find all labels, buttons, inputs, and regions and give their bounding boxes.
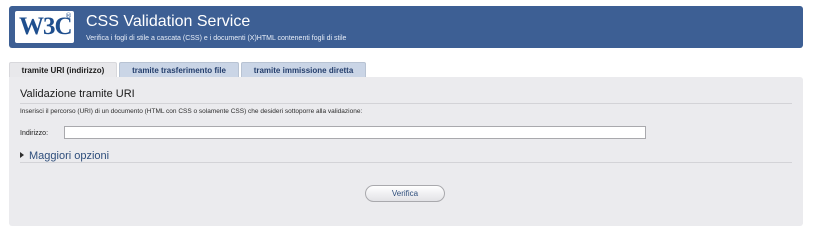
tab-by-uri[interactable]: tramite URI (indirizzo) — [9, 62, 117, 78]
address-input[interactable] — [64, 126, 646, 139]
tab-by-direct-input[interactable]: tramite immissione diretta — [241, 62, 366, 77]
divider — [20, 103, 792, 104]
registered-mark: ® — [65, 12, 72, 20]
logo-text: W3C — [19, 13, 73, 40]
expand-triangle-icon — [20, 152, 24, 158]
w3c-logo[interactable]: W3C ® — [15, 11, 74, 43]
instructions-text: Inserisci il percorso (URI) di un docume… — [20, 108, 363, 115]
tab-by-file-upload[interactable]: tramite trasferimento file — [119, 62, 239, 77]
more-options-toggle[interactable]: Maggiori opzioni — [20, 150, 109, 162]
app-subtitle: Verifica i fogli di stile a cascata (CSS… — [86, 35, 347, 42]
more-options-label: Maggiori opzioni — [29, 150, 110, 162]
uri-validation-panel: Validazione tramite URI Inserisci il per… — [9, 77, 803, 226]
app-title: CSS Validation Service — [86, 13, 251, 30]
divider — [20, 162, 792, 163]
check-button[interactable]: Verifica — [365, 185, 445, 202]
section-title: Validazione tramite URI — [20, 88, 135, 100]
address-label: Indirizzo: — [20, 130, 49, 137]
header-banner: W3C ® CSS Validation Service Verifica i … — [9, 6, 803, 48]
